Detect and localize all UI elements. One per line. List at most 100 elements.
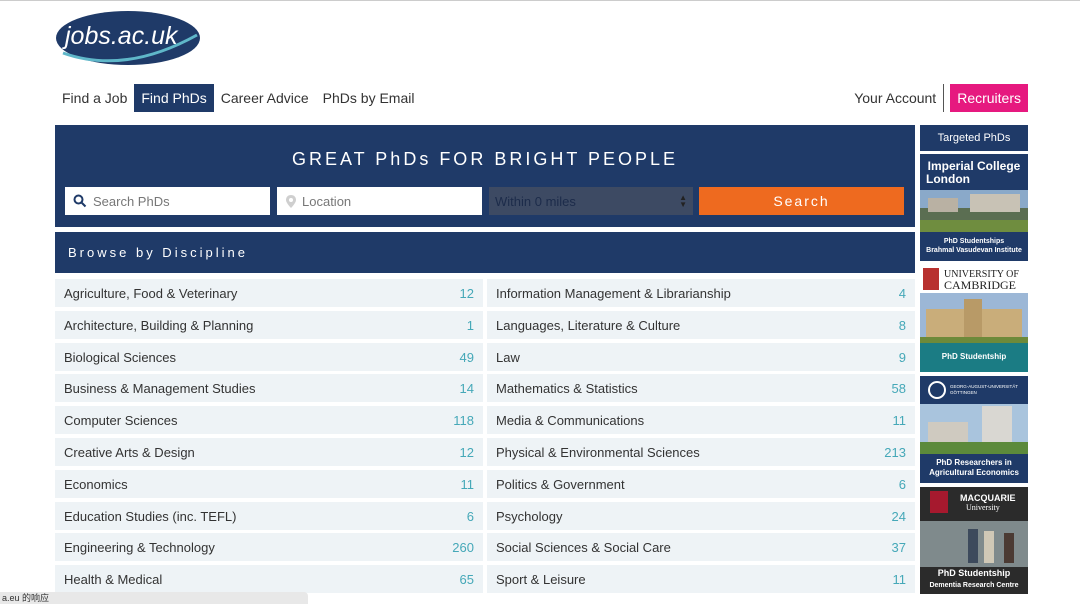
discipline-label: Agriculture, Food & Veterinary (64, 286, 238, 301)
ad-caption: PhD Studentships (943, 238, 1005, 245)
discipline-label: Health & Medical (64, 572, 163, 588)
nav-find-a-job[interactable]: Find a Job (55, 84, 134, 112)
location-placeholder: Location (302, 193, 352, 209)
discipline-label: Psychology (496, 508, 563, 524)
ad-imperial[interactable]: Imperial College London PhD Studentships… (920, 154, 1028, 261)
discipline-count: 12 (459, 286, 474, 301)
search-input[interactable]: Search PhDs (65, 187, 270, 215)
ad-caption: PhD Studentship (937, 568, 1011, 578)
discipline-row[interactable]: Business & Management Studies 14 (55, 374, 483, 403)
discipline-row[interactable]: Computer Sciences 118 (55, 406, 483, 435)
discipline-count: 58 (891, 381, 906, 397)
discipline-row[interactable]: Law 9 (487, 342, 915, 371)
discipline-label: Architecture, Building & Planning (64, 317, 254, 333)
svg-text:GÖTTINGEN: GÖTTINGEN (950, 389, 977, 395)
svg-text:CAMBRIDGE: CAMBRIDGE (944, 278, 1016, 292)
select-arrows-icon: ▲ ▼ (679, 193, 687, 209)
search-icon (73, 194, 87, 208)
discipline-count: 6 (466, 508, 474, 524)
discipline-row[interactable]: Creative Arts & Design 12 (55, 437, 483, 466)
ad-caption: Brahmal Vasudevan Institute (926, 247, 1022, 254)
discipline-count: 14 (459, 381, 474, 397)
ad-macquarie[interactable]: MACQUARIE University PhD Studentship Dem… (920, 487, 1028, 594)
sidebar-heading: Targeted PhDs (920, 125, 1028, 151)
distance-value: Within 0 miles (495, 193, 576, 209)
targeted-phds-sidebar: Targeted PhDs Imperial College London Ph… (920, 125, 1028, 598)
account-nav: Your Account Recruiters (847, 84, 1028, 112)
discipline-label: Biological Sciences (64, 349, 177, 365)
discipline-row[interactable]: Politics & Government 6 (487, 469, 915, 498)
location-input[interactable]: Location (277, 187, 482, 215)
distance-select[interactable]: Within 0 miles ▲ ▼ (489, 187, 693, 215)
discipline-count: 11 (460, 476, 475, 492)
discipline-row[interactable]: Psychology 24 (487, 501, 915, 530)
logo-text: jobs.ac.uk (62, 22, 179, 50)
discipline-label: Education Studies (inc. TEFL) (64, 508, 237, 524)
discipline-count: 12 (459, 444, 474, 460)
discipline-count: 260 (452, 540, 474, 556)
discipline-label: Physical & Environmental Sciences (496, 444, 700, 460)
discipline-count: 37 (891, 540, 906, 556)
discipline-row[interactable]: Agriculture, Food & Veterinary 12 (55, 279, 483, 307)
browser-status-bar: a.eu 的响应 (0, 592, 308, 604)
svg-text:MACQUARIE: MACQUARIE (960, 493, 1016, 503)
discipline-label: Languages, Literature & Culture (496, 317, 681, 333)
discipline-label: Economics (64, 476, 128, 492)
discipline-row[interactable]: Biological Sciences 49 (55, 342, 483, 371)
nav-career-advice[interactable]: Career Advice (214, 84, 316, 112)
discipline-row[interactable]: Languages, Literature & Culture 8 (487, 310, 915, 339)
discipline-label: Politics & Government (496, 476, 625, 492)
discipline-label: Information Management & Librarianship (496, 286, 731, 301)
discipline-count: 24 (891, 508, 906, 524)
nav-find-phds[interactable]: Find PhDs (134, 84, 214, 112)
recruiters-button[interactable]: Recruiters (950, 84, 1028, 112)
discipline-label: Law (496, 349, 520, 365)
discipline-row[interactable]: Education Studies (inc. TEFL) 6 (55, 501, 483, 530)
ad-caption: PhD Studentship (941, 352, 1007, 361)
discipline-label: Computer Sciences (64, 413, 178, 429)
discipline-count: 11 (892, 413, 907, 429)
discipline-label: Business & Management Studies (64, 381, 256, 397)
discipline-row[interactable]: Engineering & Technology 260 (55, 533, 483, 562)
discipline-count: 1 (466, 317, 474, 333)
ad-gottingen[interactable]: GEORG-AUGUST-UNIVERSITÄT GÖTTINGEN PhD R… (920, 376, 1028, 483)
location-pin-icon (286, 194, 296, 208)
discipline-count: 4 (898, 286, 906, 301)
discipline-row[interactable]: Health & Medical 65 (55, 565, 483, 594)
discipline-column-right: Information Management & Librarianship 4 … (487, 279, 915, 597)
discipline-label: Engineering & Technology (64, 540, 215, 556)
discipline-label: Media & Communications (496, 413, 645, 429)
search-placeholder: Search PhDs (93, 193, 170, 209)
discipline-row[interactable]: Media & Communications 11 (487, 406, 915, 435)
discipline-count: 8 (898, 317, 906, 333)
discipline-row[interactable]: Economics 11 (55, 469, 483, 498)
discipline-count: 11 (892, 572, 907, 588)
search-hero: GREAT PhDs FOR BRIGHT PEOPLE Search PhDs… (55, 125, 915, 227)
discipline-row[interactable]: Architecture, Building & Planning 1 (55, 310, 483, 339)
site-logo[interactable]: jobs.ac.uk (55, 9, 201, 67)
discipline-row[interactable]: Mathematics & Statistics 58 (487, 374, 915, 403)
svg-text:Imperial College: Imperial College (928, 159, 1021, 173)
discipline-count: 118 (453, 413, 474, 429)
browse-title: Browse by Discipline (68, 245, 248, 260)
main-nav: Find a Job Find PhDs Career Advice PhDs … (55, 84, 421, 112)
your-account-link[interactable]: Your Account (847, 84, 943, 112)
discipline-label: Social Sciences & Social Care (496, 540, 671, 556)
discipline-row[interactable]: Physical & Environmental Sciences 213 (487, 437, 915, 466)
search-button[interactable]: Search (699, 187, 904, 215)
hero-title: GREAT PhDs FOR BRIGHT PEOPLE (291, 149, 679, 169)
discipline-label: Sport & Leisure (496, 572, 586, 588)
nav-phds-by-email[interactable]: PhDs by Email (316, 84, 422, 112)
discipline-row[interactable]: Information Management & Librarianship 4 (487, 279, 915, 307)
discipline-row[interactable]: Sport & Leisure 11 (487, 565, 915, 594)
discipline-label: Mathematics & Statistics (496, 381, 638, 397)
ad-caption: Agricultural Economics (929, 468, 1019, 477)
discipline-count: 6 (898, 476, 906, 492)
svg-text:London: London (926, 172, 970, 186)
discipline-count: 49 (459, 349, 474, 365)
ad-caption: PhD Researchers in (936, 458, 1012, 467)
ad-cambridge[interactable]: UNIVERSITY OF CAMBRIDGE PhD Studentship (920, 265, 1028, 372)
discipline-count: 9 (898, 349, 906, 365)
discipline-row[interactable]: Social Sciences & Social Care 37 (487, 533, 915, 562)
svg-text:GEORG-AUGUST-UNIVERSITÄT: GEORG-AUGUST-UNIVERSITÄT (950, 383, 1018, 389)
